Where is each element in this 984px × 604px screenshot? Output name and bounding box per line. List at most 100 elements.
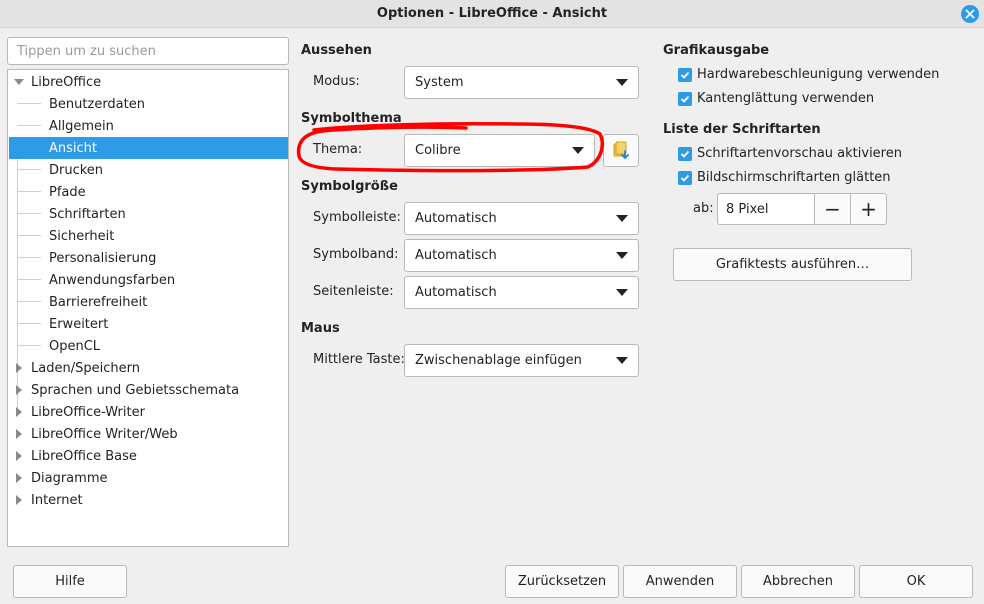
- window-title: Optionen - LibreOffice - Ansicht: [376, 6, 608, 21]
- modus-value: System: [415, 75, 464, 90]
- font-smoothing-checkbox[interactable]: Bildschirmschriftarten glätten: [678, 170, 891, 185]
- tree-item-erweitert[interactable]: Erweitert: [9, 313, 288, 335]
- pixel-size-value: 8 Pixel: [726, 202, 769, 217]
- tree-item-schriftarten[interactable]: Schriftarten: [9, 203, 288, 225]
- checkmark-icon[interactable]: [678, 146, 692, 161]
- tree-item-label: Barrierefreiheit: [49, 294, 148, 310]
- symbolband-value: Automatisch: [415, 248, 497, 263]
- help-button[interactable]: Hilfe: [13, 565, 127, 598]
- tree-item-opencl[interactable]: OpenCL: [9, 335, 288, 357]
- button-label: Grafiktests ausführen…: [715, 257, 870, 272]
- tree-item-label: Ansicht: [49, 140, 98, 156]
- checkmark-icon[interactable]: [678, 91, 692, 106]
- schriftarten-heading: Liste der Schriftarten: [663, 122, 821, 137]
- symbolleiste-value: Automatisch: [415, 211, 497, 226]
- tree-item-label: Erweitert: [49, 316, 109, 332]
- tree-item-label: LibreOffice Base: [31, 448, 137, 464]
- tree-item-label: Allgemein: [49, 118, 114, 134]
- thema-value: Colibre: [415, 143, 461, 158]
- symbolleiste-dropdown[interactable]: Automatisch: [404, 202, 639, 235]
- tree-item-sicherheit[interactable]: Sicherheit: [9, 225, 288, 247]
- add-theme-button[interactable]: [603, 134, 639, 167]
- tree-item-label: Benutzerdaten: [49, 96, 145, 112]
- seitenleiste-dropdown[interactable]: Automatisch: [404, 276, 639, 309]
- tree-item-allgemein[interactable]: Allgemein: [9, 115, 288, 137]
- tree-item-laden-speichern[interactable]: Laden/Speichern: [9, 357, 288, 379]
- button-label: OK: [906, 574, 926, 589]
- search-input[interactable]: [7, 37, 289, 65]
- tree-item-label: Personalisierung: [49, 250, 157, 266]
- collapsed-chevron-icon[interactable]: [14, 363, 24, 373]
- collapsed-chevron-icon[interactable]: [14, 473, 24, 483]
- apply-button[interactable]: Anwenden: [623, 565, 737, 598]
- title-bar: Optionen - LibreOffice - Ansicht: [0, 0, 984, 28]
- pixel-size-field[interactable]: 8 Pixel: [717, 193, 815, 225]
- symbolgroesse-heading: Symbolgröße: [301, 179, 398, 194]
- tree-item-personalisierung[interactable]: Personalisierung: [9, 247, 288, 269]
- minus-icon: −: [824, 197, 841, 221]
- tree-item-label: LibreOffice Writer/Web: [31, 426, 178, 442]
- cancel-button[interactable]: Abbrechen: [741, 565, 855, 598]
- checkmark-icon[interactable]: [678, 67, 692, 82]
- maus-heading: Maus: [301, 321, 340, 336]
- collapsed-chevron-icon[interactable]: [14, 451, 24, 461]
- tree-item-drucken[interactable]: Drucken: [9, 159, 288, 181]
- options-tree[interactable]: LibreOffice Benutzerdaten Allgemein Ansi…: [7, 69, 289, 547]
- collapsed-chevron-icon[interactable]: [14, 407, 24, 417]
- hardware-acceleration-checkbox[interactable]: Hardwarebeschleunigung verwenden: [678, 67, 939, 82]
- thema-label: Thema:: [313, 142, 363, 157]
- tree-item-label: Laden/Speichern: [31, 360, 140, 376]
- button-label: Anwenden: [645, 574, 715, 589]
- tree-item-label: LibreOffice: [31, 74, 102, 90]
- checkbox-label: Hardwarebeschleunigung verwenden: [697, 67, 940, 82]
- button-label: Hilfe: [55, 574, 85, 589]
- tree-item-anwendungsfarben[interactable]: Anwendungsfarben: [9, 269, 288, 291]
- collapsed-chevron-icon[interactable]: [14, 385, 24, 395]
- thema-dropdown[interactable]: Colibre: [404, 134, 595, 167]
- antialiasing-checkbox[interactable]: Kantenglättung verwenden: [678, 91, 874, 106]
- tree-item-internet[interactable]: Internet: [9, 489, 288, 511]
- tree-item-libreoffice[interactable]: LibreOffice: [9, 71, 288, 93]
- tree-item-label: LibreOffice-Writer: [31, 404, 145, 420]
- tree-item-pfade[interactable]: Pfade: [9, 181, 288, 203]
- graphics-test-button[interactable]: Grafiktests ausführen…: [673, 248, 912, 281]
- collapsed-chevron-icon[interactable]: [14, 429, 24, 439]
- dropdown-arrow-icon: [572, 147, 584, 154]
- tree-item-label: Anwendungsfarben: [49, 272, 176, 288]
- tree-item-label: Sprachen und Gebietsschemata: [31, 382, 240, 398]
- tree-item-writer-web[interactable]: LibreOffice Writer/Web: [9, 423, 288, 445]
- tree-item-barrierefreiheit[interactable]: Barrierefreiheit: [9, 291, 288, 313]
- add-theme-icon: [613, 141, 629, 159]
- expanded-chevron-icon[interactable]: [14, 77, 24, 87]
- decrease-button[interactable]: −: [814, 193, 851, 225]
- modus-dropdown[interactable]: System: [404, 66, 639, 99]
- font-preview-checkbox[interactable]: Schriftartenvorschau aktivieren: [678, 146, 902, 161]
- symbolleiste-label: Symbolleiste:: [313, 210, 401, 225]
- checkbox-label: Schriftartenvorschau aktivieren: [697, 146, 902, 161]
- tree-item-base[interactable]: LibreOffice Base: [9, 445, 288, 467]
- symbolband-dropdown[interactable]: Automatisch: [404, 239, 639, 272]
- tree-item-benutzerdaten[interactable]: Benutzerdaten: [9, 93, 288, 115]
- mittlere-taste-dropdown[interactable]: Zwischenablage einfügen: [404, 344, 639, 377]
- close-icon: [965, 9, 975, 19]
- tree-item-sprachen[interactable]: Sprachen und Gebietsschemata: [9, 379, 288, 401]
- increase-button[interactable]: +: [850, 193, 887, 225]
- tree-item-label: Diagramme: [31, 470, 108, 486]
- tree-item-ansicht[interactable]: Ansicht: [9, 137, 288, 159]
- close-button[interactable]: [961, 5, 979, 23]
- seitenleiste-label: Seitenleiste:: [313, 284, 394, 299]
- reset-button[interactable]: Zurücksetzen: [505, 565, 619, 598]
- symbolband-label: Symbolband:: [313, 247, 399, 262]
- tree-item-diagramme[interactable]: Diagramme: [9, 467, 288, 489]
- mittlere-taste-label: Mittlere Taste:: [313, 352, 405, 367]
- button-label: Zurücksetzen: [517, 574, 607, 589]
- button-label: Abbrechen: [762, 574, 834, 589]
- tree-item-writer[interactable]: LibreOffice-Writer: [9, 401, 288, 423]
- collapsed-chevron-icon[interactable]: [14, 495, 24, 505]
- checkmark-icon[interactable]: [678, 170, 692, 185]
- grafikausgabe-heading: Grafikausgabe: [663, 43, 770, 58]
- ok-button[interactable]: OK: [859, 565, 973, 598]
- tree-item-label: OpenCL: [49, 338, 101, 354]
- mittlere-taste-value: Zwischenablage einfügen: [415, 353, 582, 368]
- dropdown-arrow-icon: [616, 79, 628, 86]
